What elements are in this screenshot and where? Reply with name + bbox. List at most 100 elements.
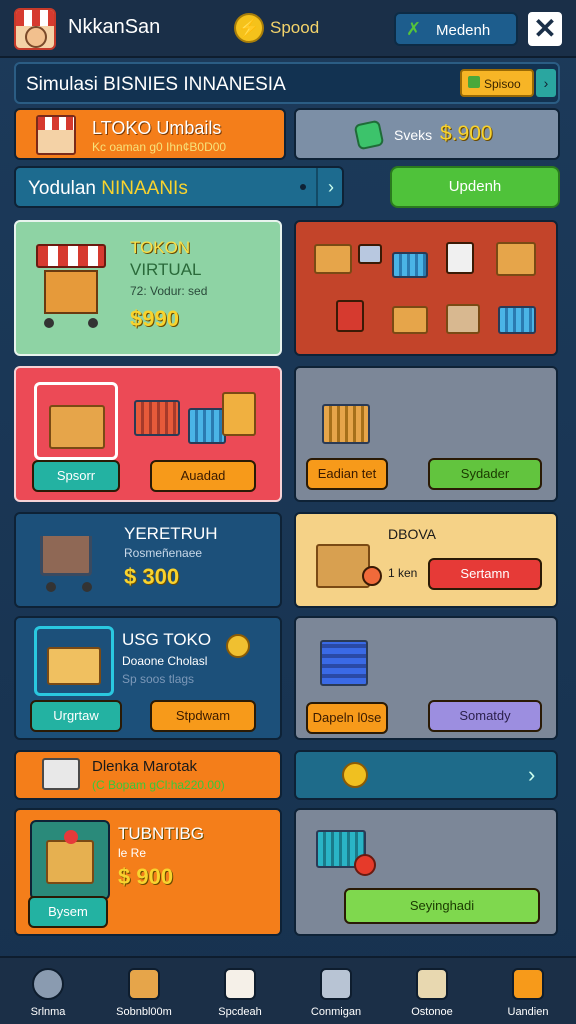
seyinghadi-button[interactable]: Seyinghadi [344, 888, 540, 924]
market-stall-icon [36, 236, 106, 332]
nav-item-conmigan[interactable]: Conmigan [288, 964, 384, 1024]
nav-item-spcdeah[interactable]: Spcdeah [192, 964, 288, 1024]
bottom-nav: Srlnma Sobnbl00m Spcdeah Conmigan Ostono… [0, 956, 576, 1024]
card-subtitle: Rosmeñenaee [124, 546, 203, 560]
card-title: YERETRUH [124, 524, 218, 543]
card-price: $ 300 [124, 564, 180, 589]
storage-crate-icon [320, 640, 368, 686]
card-price: $ 900 [118, 864, 174, 889]
sydader-button[interactable]: Sydader [428, 458, 542, 490]
card-subtitle: VIRTUAL [130, 260, 202, 279]
crate-stack-icon [222, 392, 256, 436]
fruit-basket-icon [322, 404, 370, 444]
nav-item-uandien[interactable]: Uandien [480, 964, 576, 1024]
selected-slot [34, 626, 114, 696]
page-title: Simulasi BISNIES INNANESIA [26, 74, 286, 95]
nav-item-sobnbl00m[interactable]: Sobnbl00m [96, 964, 192, 1024]
close-button[interactable]: ✕ [526, 10, 564, 48]
money-icon [353, 119, 385, 151]
duck-icon [32, 968, 64, 1000]
bysem-button[interactable]: Bysem [28, 896, 108, 928]
open-box-icon [392, 306, 428, 334]
nav-item-srlnma[interactable]: Srlnma [0, 964, 96, 1024]
produce-card[interactable]: Spsorr Auadad [14, 366, 282, 502]
gift-bag-icon [336, 300, 364, 332]
used-store-card[interactable]: USG TOKO Doaone Cholasl Sp soos tlags Ur… [14, 616, 282, 740]
balance-label: Sveks [394, 127, 433, 143]
next-banner-card[interactable]: › [294, 750, 558, 800]
nav-label: Conmigan [310, 1006, 362, 1018]
coin-label: Spood [270, 18, 320, 37]
shopping-icon [416, 968, 448, 1000]
store-card[interactable]: LTOKO Umbails Kc oaman g0 Ihn¢B0D00 [14, 108, 286, 160]
card-subtitle: le Re [118, 846, 147, 860]
spisoo-label: Spisoo [484, 77, 521, 91]
chevron-right-icon[interactable]: › [316, 168, 344, 206]
cash-icon [468, 76, 480, 88]
basket-icon [134, 400, 180, 436]
shopping-cart-card[interactable]: YERETRUH Rosmeñenaee $ 300 [14, 512, 282, 608]
card-title: USG TOKO [122, 630, 212, 649]
nav-label: Uandien [507, 1006, 549, 1018]
spsorr-button[interactable]: Spsorr [32, 460, 120, 492]
cart-icon [188, 408, 226, 444]
cardboard-box-icon [316, 544, 370, 588]
dapeln-button[interactable]: Dapeln l0se [306, 702, 388, 734]
store-avatar [36, 115, 76, 155]
inventory-grid-card[interactable] [294, 220, 558, 356]
urgrtaw-button[interactable]: Urgrtaw [30, 700, 122, 732]
storage-card[interactable]: Dapeln l0se Somatdy [294, 616, 558, 740]
card-title: TUBNTIBG [118, 824, 204, 843]
virtual-store-card[interactable]: TOKON VIRTUAL 72: Vodur: sed $990 [14, 220, 282, 356]
category-banner[interactable]: Yodulan NINAANIs › [14, 166, 344, 208]
store-icon [128, 968, 160, 1000]
ball-icon [354, 854, 376, 876]
cart-basket-icon [498, 306, 536, 334]
selected-slot [34, 382, 118, 460]
banner-dot [300, 184, 306, 190]
bag-icon [446, 242, 474, 274]
banner-highlight: NINAANIs [101, 178, 188, 199]
title-bar: Simulasi BISNIES INNANESIA Spisoo › [14, 62, 560, 104]
nav-label: Ostonoe [411, 1006, 453, 1018]
stpdwam-button[interactable]: Stpdwam [150, 700, 256, 732]
balance-card: Sveks $.900 [294, 108, 560, 160]
menu-button-label: Medenh [436, 22, 491, 39]
card-note: 72: Vodur: sed [130, 284, 208, 298]
vegetable-box-icon [496, 242, 536, 276]
store-subtitle: Kc oaman g0 Ihn¢B0D00 [92, 140, 227, 154]
box-icon [224, 968, 256, 1000]
chevron-right-icon[interactable]: › [528, 762, 535, 788]
delivery-card[interactable]: DBOVA 1 ken Sertamn [294, 512, 558, 608]
spisoo-button[interactable]: Spisoo [460, 69, 534, 97]
gift-box-icon [46, 840, 94, 884]
somatdy-button[interactable]: Somatdy [428, 700, 542, 732]
chest-icon [512, 968, 544, 1000]
basket-card[interactable]: Eadian tet Sydader [294, 366, 558, 502]
eadian-button[interactable]: Eadian tet [306, 458, 388, 490]
basket-icon [392, 252, 428, 278]
username: NkkanSan [68, 16, 161, 38]
market-banner-card[interactable]: Dlenka Marotak (C Bopam gCl:ha220.00) [14, 750, 282, 800]
update-button[interactable]: Updenh [390, 166, 560, 208]
card-title: DBOVA [388, 526, 436, 542]
shopping-cart-icon [40, 536, 92, 576]
tools-icon [358, 244, 382, 264]
card-title: Dlenka Marotak [92, 758, 198, 775]
fruit-basket-card[interactable]: Seyinghadi [294, 808, 558, 936]
nav-label: Srlnma [30, 1006, 66, 1018]
coin-icon: ⚡ [234, 13, 264, 43]
balance-value: $.900 [440, 122, 493, 145]
auadad-button[interactable]: Auadad [150, 460, 256, 492]
card-subtitle: Doaone Cholasl [122, 654, 208, 668]
storage-box-icon [42, 758, 80, 790]
card-title: TOKON [130, 238, 191, 257]
lightbulb-icon [226, 634, 250, 658]
gift-card[interactable]: TUBNTIBG le Re $ 900 Bysem [14, 808, 282, 936]
parcel-icon [446, 304, 480, 334]
player-avatar[interactable] [14, 8, 56, 50]
sertamn-button[interactable]: Sertamn [428, 558, 542, 590]
nav-item-ostonoe[interactable]: Ostonoe [384, 964, 480, 1024]
title-arrow-button[interactable]: › [536, 69, 556, 97]
menu-button[interactable]: ✗ Medenh [394, 12, 518, 46]
